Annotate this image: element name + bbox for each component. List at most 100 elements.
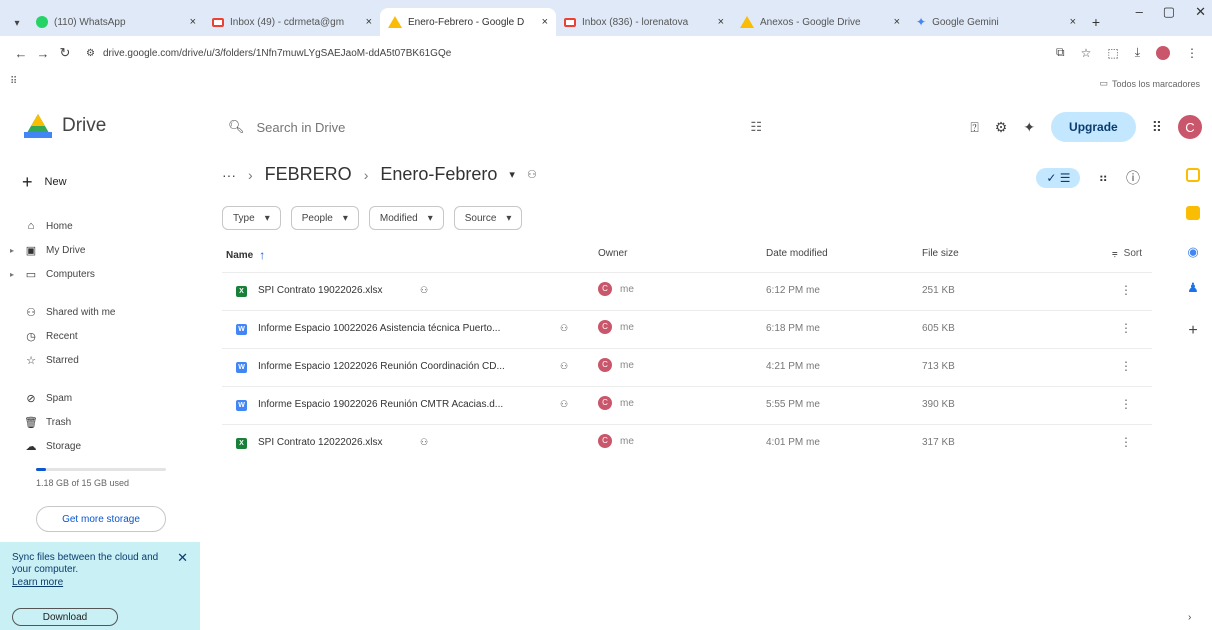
help-icon[interactable]: ⍰ (970, 119, 978, 136)
site-info-icon[interactable]: ⚙ (86, 48, 95, 59)
close-icon[interactable]: × (894, 16, 900, 28)
close-icon[interactable]: × (542, 16, 548, 28)
breadcrumb-current[interactable]: Enero-Febrero (380, 164, 497, 185)
forward-icon[interactable]: → (32, 46, 54, 61)
owner-avatar: C (598, 282, 612, 296)
sidebar-item-recent[interactable]: ◷ Recent (0, 324, 200, 348)
filter-modified[interactable]: Modified ▾ (368, 206, 444, 230)
tab-gmail-2[interactable]: Inbox (836) - lorenatova × (556, 8, 732, 36)
new-button[interactable]: + New (14, 164, 100, 200)
sidebar-item-shared[interactable]: ⚇ Shared with me (0, 300, 200, 324)
close-icon[interactable]: ✕ (177, 550, 188, 566)
info-icon[interactable]: ⓘ (1126, 168, 1140, 188)
tasks-icon[interactable]: ◉ (1186, 244, 1200, 259)
table-row[interactable]: X SPI Contrato 19022026.xlsx ⚇ C me 6:12… (222, 272, 1152, 310)
spreadsheet-file-icon: X (236, 438, 247, 449)
breadcrumb-parent[interactable]: FEBRERO (265, 164, 352, 185)
minimize-icon[interactable]: – (1136, 4, 1143, 20)
browser-menu-icon[interactable]: ⋮ (1186, 46, 1198, 60)
browser-profile-avatar[interactable] (1156, 45, 1170, 60)
expand-caret-icon[interactable]: ▸ (0, 246, 14, 255)
extensions-icon[interactable]: ⬚ (1107, 46, 1118, 60)
table-row[interactable]: W Informe Espacio 10022026 Asistencia té… (222, 310, 1152, 348)
download-icon[interactable]: ⤓ (1135, 45, 1140, 60)
settings-icon[interactable]: ⚙ (995, 119, 1008, 136)
new-tab-button[interactable]: + (1084, 14, 1108, 30)
back-icon[interactable]: ← (10, 46, 32, 61)
tab-drive-anexos[interactable]: Anexos - Google Drive × (732, 8, 908, 36)
table-row[interactable]: W Informe Espacio 12022026 Reunión Coord… (222, 348, 1152, 386)
screen-cast-icon[interactable]: ⧉ (1056, 45, 1065, 60)
column-header-owner[interactable]: Owner (598, 248, 627, 259)
chevron-down-icon[interactable]: ▾ (509, 168, 515, 181)
sidebar-item-spam[interactable]: ⊘ Spam (0, 386, 200, 410)
search-bar[interactable]: 🔍︎ ☷ (216, 108, 776, 146)
sidebar-item-starred[interactable]: ☆ Starred (0, 348, 200, 372)
close-window-icon[interactable]: ✕ (1195, 4, 1206, 20)
table-row[interactable]: X SPI Contrato 12022026.xlsx ⚇ C me 4:01… (222, 424, 1152, 462)
download-button[interactable]: Download (12, 608, 118, 626)
expand-caret-icon[interactable]: ▸ (0, 270, 14, 279)
tab-title: Anexos - Google Drive (760, 16, 861, 28)
bookmark-star-icon[interactable]: ☆ (1081, 46, 1092, 60)
reload-icon[interactable]: ↻ (54, 45, 76, 61)
table-row[interactable]: W Informe Espacio 19022026 Reunión CMTR … (222, 386, 1152, 424)
sidebar-item-home[interactable]: ⌂ Home (0, 214, 200, 238)
file-list: X SPI Contrato 19022026.xlsx ⚇ C me 6:12… (222, 272, 1152, 462)
google-apps-icon[interactable]: ⠿ (1152, 119, 1162, 136)
column-header-name[interactable]: Name ↑ (226, 248, 265, 262)
upgrade-button[interactable]: Upgrade (1051, 112, 1136, 142)
more-actions-icon[interactable]: ⋮ (1120, 283, 1132, 297)
column-header-size[interactable]: File size (922, 248, 959, 259)
breadcrumb-more-icon[interactable]: ··· (222, 167, 236, 183)
sidebar-item-computers[interactable]: ▸ ▭ Computers (0, 262, 200, 286)
sort-button[interactable]: ⩦ Sort (1112, 248, 1142, 259)
column-header-modified[interactable]: Date modified (766, 248, 828, 259)
calendar-icon[interactable] (1186, 168, 1200, 182)
tab-gemini[interactable]: ✦ Google Gemini × (908, 8, 1084, 36)
more-actions-icon[interactable]: ⋮ (1120, 359, 1132, 373)
close-icon[interactable]: × (190, 16, 196, 28)
all-bookmarks[interactable]: ▭ Todos los marcadores (1099, 78, 1200, 89)
keep-icon[interactable] (1186, 206, 1200, 220)
tab-drive-active[interactable]: Enero-Febrero - Google D × (380, 8, 556, 36)
url-bar[interactable]: ⚙ drive.google.com/drive/u/3/folders/1Nf… (86, 48, 451, 59)
sidebar-item-trash[interactable]: 🗑︎ Trash (0, 410, 200, 434)
tab-gmail-1[interactable]: Inbox (49) - cdrmeta@gm × (204, 8, 380, 36)
search-input[interactable] (256, 119, 677, 135)
more-actions-icon[interactable]: ⋮ (1120, 435, 1132, 449)
get-more-storage-button[interactable]: Get more storage (36, 506, 166, 532)
grid-view-icon[interactable]: ⠶ (1098, 170, 1108, 186)
filter-source[interactable]: Source ▾ (453, 206, 523, 230)
search-options-icon[interactable]: ☷ (750, 119, 762, 135)
sort-ascending-icon[interactable]: ↑ (259, 248, 265, 262)
owner-avatar: C (598, 434, 612, 448)
filter-type[interactable]: Type ▾ (222, 206, 281, 230)
sidebar-item-my-drive[interactable]: ▸ ▣ My Drive (0, 238, 200, 262)
add-addon-icon[interactable]: + (1186, 322, 1200, 339)
more-actions-icon[interactable]: ⋮ (1120, 397, 1132, 411)
owner-label: me (620, 359, 634, 371)
learn-more-link[interactable]: Learn more (12, 577, 162, 589)
browser-tab-strip: ▾ (110) WhatsApp × Inbox (49) - cdrmeta@… (0, 0, 1212, 36)
tab-search-icon[interactable]: ▾ (6, 10, 28, 36)
filter-people[interactable]: People ▾ (290, 206, 359, 230)
chevron-down-icon: ▾ (264, 212, 270, 224)
chevron-right-icon[interactable]: › (1188, 612, 1191, 623)
tab-title: Google Gemini (932, 16, 999, 28)
gemini-spark-icon[interactable]: ✦ (1023, 119, 1035, 136)
close-icon[interactable]: × (718, 16, 724, 28)
drive-logo[interactable]: Drive (24, 114, 106, 138)
sidebar-item-storage[interactable]: ☁︎ Storage (0, 434, 200, 458)
more-actions-icon[interactable]: ⋮ (1120, 321, 1132, 335)
account-avatar[interactable]: C (1178, 115, 1202, 139)
contacts-icon[interactable]: ♟ (1186, 280, 1200, 295)
search-icon[interactable]: 🔍︎ (228, 119, 245, 135)
apps-grid-icon[interactable]: ⠿ (10, 76, 17, 87)
tab-whatsapp[interactable]: (110) WhatsApp × (28, 8, 204, 36)
sidebar-item-label: Storage (46, 440, 82, 452)
list-view-button[interactable]: ✓ ☰ (1036, 168, 1081, 188)
close-icon[interactable]: × (366, 16, 372, 28)
close-icon[interactable]: × (1070, 16, 1076, 28)
maximize-icon[interactable]: ▢ (1163, 4, 1175, 20)
